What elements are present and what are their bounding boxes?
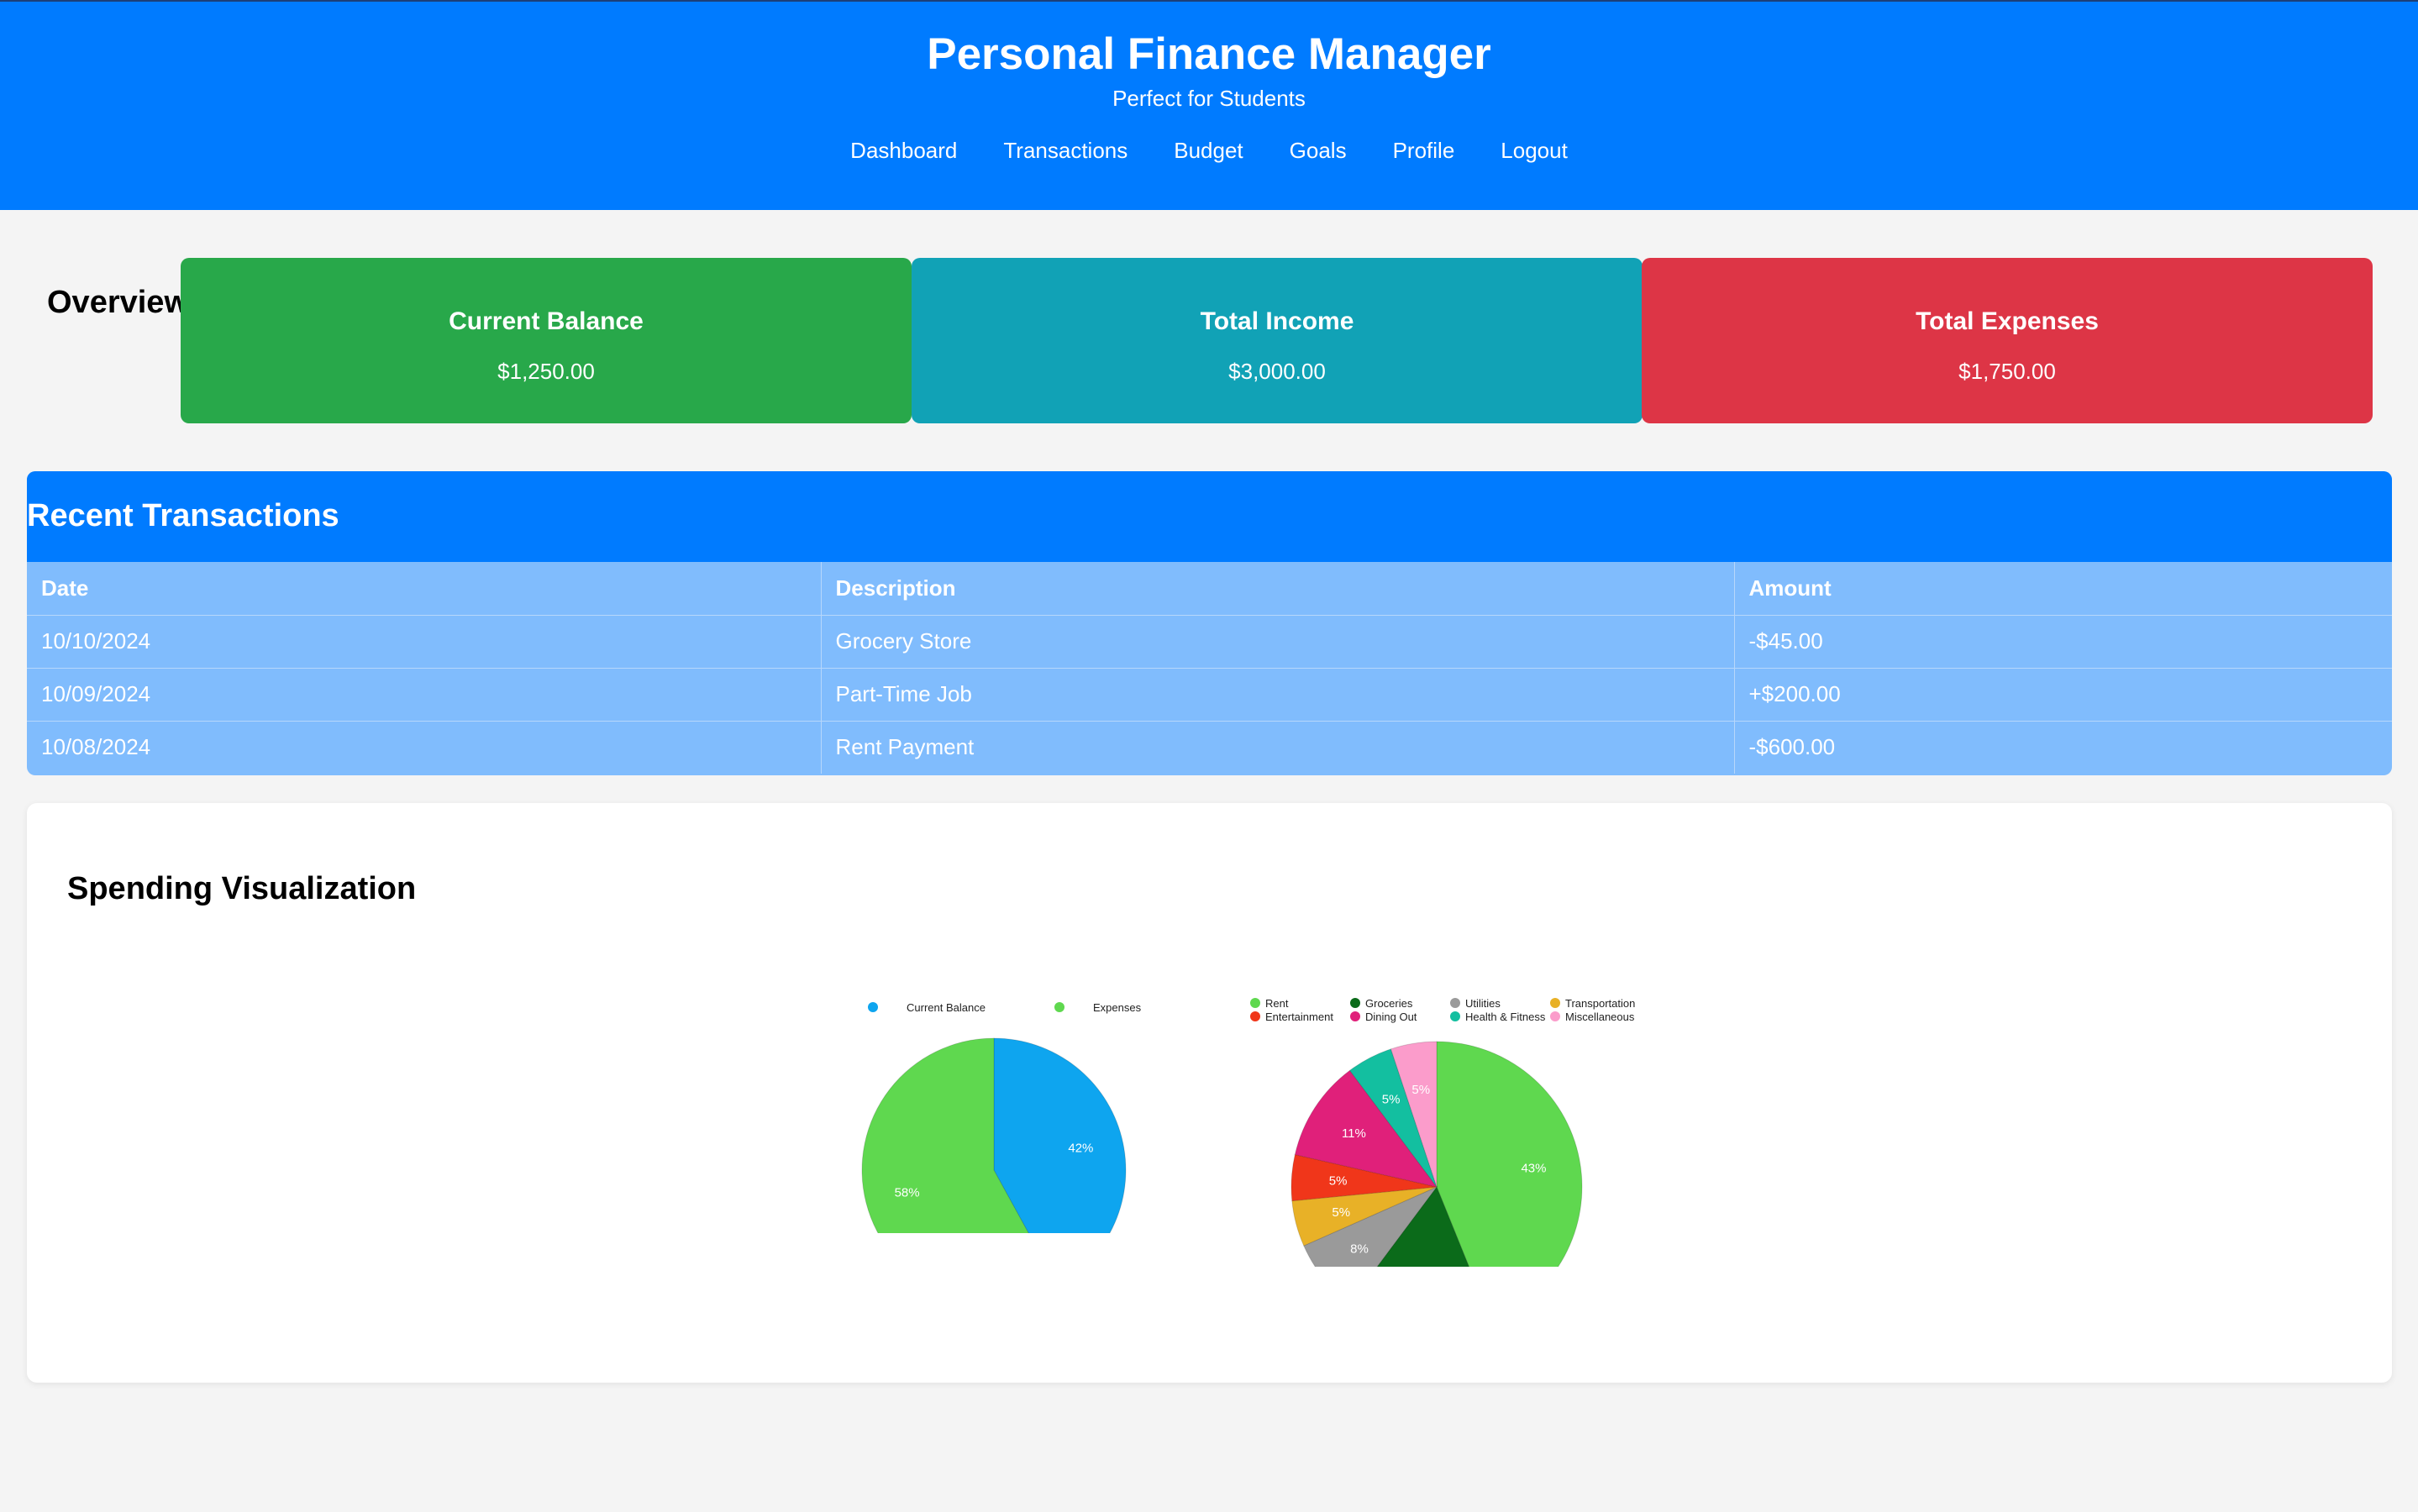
table-header-row: Date Description Amount	[27, 562, 2392, 616]
expenses-pie-svg: Rent Groceries Utilities Transportation Ente…	[1250, 997, 1635, 1267]
cell-amount: -$45.00	[1734, 615, 2392, 669]
table-row: 10/09/2024 Part-Time Job +$200.00	[27, 668, 2392, 722]
app-title: Personal Finance Manager	[927, 29, 1491, 79]
legend-label-entertainment: Entertainment	[1265, 1011, 1333, 1023]
legend-swatch-transportation	[1550, 998, 1560, 1008]
card-label: Current Balance	[449, 307, 644, 335]
legend-label-miscellaneous: Miscellaneous	[1565, 1011, 1635, 1023]
cell-date: 10/09/2024	[27, 668, 822, 722]
overview-title: Overview	[47, 285, 189, 320]
main-nav: Dashboard Transactions Budget Goals Prof…	[0, 136, 2418, 165]
column-header-amount: Amount	[1734, 562, 2392, 616]
total-expenses-card: Total Expenses $1,750.00	[1642, 258, 2373, 423]
card-label: Total Income	[1200, 307, 1354, 335]
pie-slice-label-current-balance: 42%	[1068, 1141, 1093, 1155]
visualization-title: Spending Visualization	[67, 871, 417, 906]
card-value: $3,000.00	[1228, 359, 1326, 384]
card-value: $1,250.00	[497, 359, 595, 384]
card-value: $1,750.00	[1958, 359, 2056, 384]
legend-label-dining-out: Dining Out	[1365, 1011, 1417, 1023]
card-label: Total Expenses	[1916, 307, 2099, 335]
legend-label-groceries: Groceries	[1365, 997, 1413, 1010]
pie-slice-label-transportation: 5%	[1332, 1205, 1350, 1220]
recent-transactions-panel: Recent Transactions Date Description Amo…	[27, 471, 2392, 775]
transactions-table: Date Description Amount 10/10/2024 Groce…	[27, 562, 2392, 774]
legend-swatch-entertainment	[1250, 1011, 1260, 1021]
table-row: 10/08/2024 Rent Payment -$600.00	[27, 721, 2392, 774]
nav-transactions[interactable]: Transactions	[1003, 136, 1128, 165]
spending-visualization-panel: Spending Visualization Current Balance Ex…	[27, 803, 2392, 1383]
total-income-card: Total Income $3,000.00	[912, 258, 1643, 423]
legend-label-health-fitness: Health & Fitness	[1465, 1011, 1546, 1023]
cell-description: Grocery Store	[821, 615, 1735, 669]
legend-label-current-balance: Current Balance	[907, 1001, 986, 1014]
balance-pie-chart: Current Balance Expenses 42% 58%	[832, 897, 1185, 1233]
nav-logout[interactable]: Logout	[1501, 136, 1568, 165]
legend-swatch-rent	[1250, 998, 1260, 1008]
legend-swatch-miscellaneous	[1550, 1011, 1560, 1021]
legend-swatch-dining-out	[1350, 1011, 1360, 1021]
legend-swatch-expenses	[1054, 1002, 1064, 1012]
transactions-title: Recent Transactions	[27, 498, 339, 533]
legend-swatch-health-fitness	[1450, 1011, 1460, 1021]
pie-slice-label-expenses: 58%	[895, 1186, 920, 1200]
legend-label-utilities: Utilities	[1465, 997, 1501, 1010]
cell-date: 10/08/2024	[27, 721, 822, 774]
table-row: 10/10/2024 Grocery Store -$45.00	[27, 615, 2392, 669]
cell-amount: +$200.00	[1734, 668, 2392, 722]
pie-slice-label-utilities: 8%	[1350, 1242, 1369, 1256]
pie-slice-label-dining-out: 11%	[1342, 1126, 1366, 1141]
app-subtitle: Perfect for Students	[1112, 86, 1306, 111]
legend-swatch-current-balance	[868, 1002, 878, 1012]
nav-budget[interactable]: Budget	[1174, 136, 1243, 165]
cell-date: 10/10/2024	[27, 615, 822, 669]
pie-slice-rent[interactable]	[1436, 1041, 1583, 1267]
app-header: Personal Finance Manager Perfect for Stu…	[0, 0, 2418, 210]
cell-description: Rent Payment	[821, 721, 1735, 774]
legend-swatch-utilities	[1450, 998, 1460, 1008]
nav-dashboard[interactable]: Dashboard	[850, 136, 957, 165]
balance-pie-svg: Current Balance Expenses 42% 58%	[861, 1001, 1142, 1233]
cell-description: Part-Time Job	[821, 668, 1735, 722]
nav-goals[interactable]: Goals	[1290, 136, 1347, 165]
legend-swatch-groceries	[1350, 998, 1360, 1008]
pie-slice-current-balance[interactable]	[993, 1037, 1127, 1233]
column-header-date: Date	[27, 562, 822, 616]
legend-label-expenses: Expenses	[1093, 1001, 1142, 1014]
pie-slice-label-rent: 43%	[1521, 1162, 1546, 1176]
legend-label-transportation: Transportation	[1565, 997, 1635, 1010]
pie-slice-label-health-fitness: 5%	[1382, 1093, 1401, 1107]
pie-slice-label-miscellaneous: 5%	[1411, 1083, 1430, 1097]
pie-slice-label-entertainment: 5%	[1329, 1173, 1348, 1188]
column-header-description: Description	[821, 562, 1735, 616]
expenses-pie-chart: Rent Groceries Utilities Transportation Ente…	[1210, 897, 1647, 1267]
current-balance-card: Current Balance $1,250.00	[181, 258, 912, 423]
legend-label-rent: Rent	[1265, 997, 1289, 1010]
transactions-header: Recent Transactions	[27, 471, 2392, 562]
nav-profile[interactable]: Profile	[1393, 136, 1455, 165]
cell-amount: -$600.00	[1748, 734, 1836, 760]
